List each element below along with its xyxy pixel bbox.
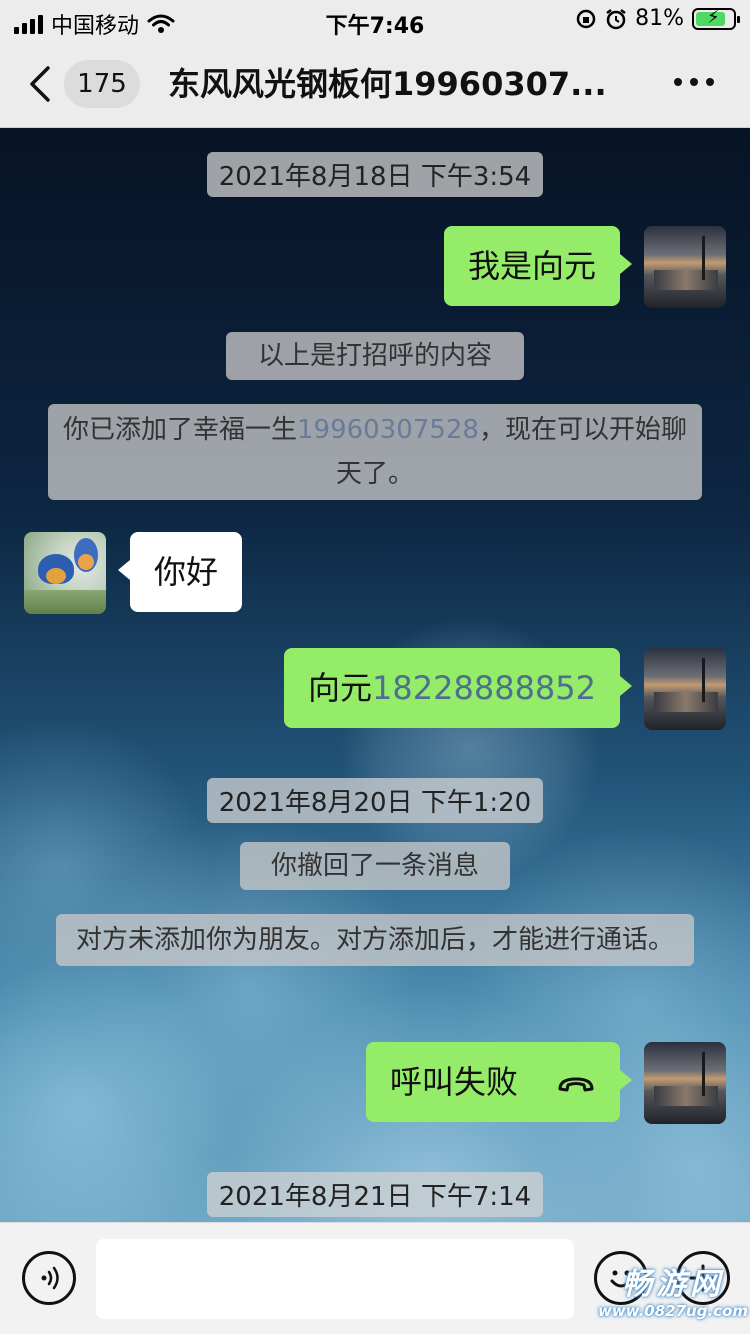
my-avatar[interactable] — [644, 1042, 726, 1124]
battery-icon: ⚡ — [692, 6, 740, 30]
timestamp-label: 2021年8月20日 下午1:20 — [206, 778, 544, 823]
voice-button[interactable] — [22, 1251, 76, 1305]
message-text: 向元 — [308, 669, 373, 707]
system-message: 以上是打招呼的内容 — [226, 332, 524, 380]
system-text: 你已添加了幸福一生 — [63, 415, 298, 445]
charging-bolt-icon: ⚡ — [707, 6, 720, 28]
chat-title: 东风风光钢板何19960307... — [168, 65, 607, 103]
timestamp-label: 2021年8月21日 下午7:14 — [206, 1172, 544, 1217]
message-outgoing[interactable]: 向元18228888852 — [284, 648, 632, 728]
my-avatar[interactable] — [644, 648, 726, 730]
message-outgoing[interactable]: 我是向元 — [443, 226, 633, 306]
message-text: 呼叫失败 — [389, 1063, 518, 1101]
phone-number-link[interactable]: 18228888852 — [372, 669, 596, 707]
voice-icon — [41, 1266, 59, 1290]
site-watermark: 畅游网 www.0827ug.com — [598, 1267, 748, 1321]
more-options-icon[interactable] — [674, 78, 714, 86]
message-call-failed[interactable]: 呼叫失败 — [365, 1042, 633, 1122]
contact-avatar[interactable] — [24, 532, 106, 614]
system-message-call-note: 对方未添加你为朋友。对方添加后，才能进行通话。 — [56, 914, 694, 966]
phone-hangup-icon — [558, 1077, 594, 1092]
status-bar: 中国移动 下午7:46 81% ⚡ — [0, 0, 750, 40]
message-input[interactable] — [96, 1239, 574, 1319]
back-chevron-icon[interactable] — [28, 66, 54, 102]
orientation-lock-icon — [576, 9, 596, 28]
nav-bar: 175 东风风光钢板何19960307... — [0, 40, 750, 128]
status-right: 81% ⚡ — [575, 6, 740, 31]
message-incoming[interactable]: 你好 — [117, 532, 243, 612]
timestamp: 2021年8月18日 下午3:54 — [0, 152, 750, 197]
unread-count-badge[interactable]: 175 — [64, 60, 140, 108]
alarm-icon — [606, 8, 626, 29]
system-message-added: 你已添加了幸福一生19960307528，现在可以开始聊天了。 — [48, 404, 702, 500]
battery-percent: 81% — [635, 6, 684, 31]
system-message-recall: 你撤回了一条消息 — [240, 842, 510, 890]
watermark-title: 畅游网 — [622, 1267, 724, 1302]
my-avatar[interactable] — [644, 226, 726, 308]
watermark-url: www.0827ug.com — [598, 1302, 748, 1320]
timestamp-label: 2021年8月18日 下午3:54 — [206, 152, 544, 197]
timestamp: 2021年8月21日 下午7:14 — [0, 1172, 750, 1217]
chat-area[interactable]: 2021年8月18日 下午3:54 我是向元 以上是打招呼的内容 你已添加了幸福… — [0, 128, 750, 1222]
timestamp: 2021年8月20日 下午1:20 — [0, 778, 750, 823]
phone-number-link[interactable]: 19960307528 — [297, 415, 479, 445]
